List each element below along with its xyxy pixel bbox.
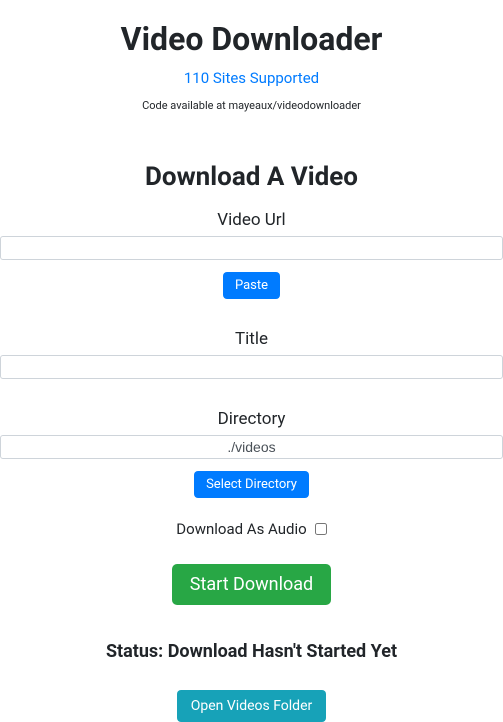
- paste-button[interactable]: Paste: [223, 272, 280, 299]
- download-as-audio-checkbox[interactable]: [315, 523, 327, 535]
- directory-input[interactable]: [0, 435, 503, 459]
- status-text: Status: Download Hasn't Started Yet: [0, 641, 503, 662]
- title-input[interactable]: [0, 355, 503, 379]
- download-as-audio-label: Download As Audio: [176, 520, 306, 538]
- directory-label: Directory: [0, 409, 503, 429]
- page-title: Video Downloader: [0, 20, 503, 58]
- open-videos-folder-button[interactable]: Open Videos Folder: [177, 690, 327, 722]
- start-download-button[interactable]: Start Download: [172, 564, 331, 605]
- video-url-label: Video Url: [0, 210, 503, 230]
- code-availability-text: Code available at mayeaux/videodownloade…: [0, 99, 503, 112]
- video-url-input[interactable]: [0, 236, 503, 260]
- section-heading: Download A Video: [0, 162, 503, 192]
- select-directory-button[interactable]: Select Directory: [194, 471, 309, 498]
- sites-supported-link[interactable]: 110 Sites Supported: [184, 69, 319, 87]
- title-label: Title: [0, 329, 503, 349]
